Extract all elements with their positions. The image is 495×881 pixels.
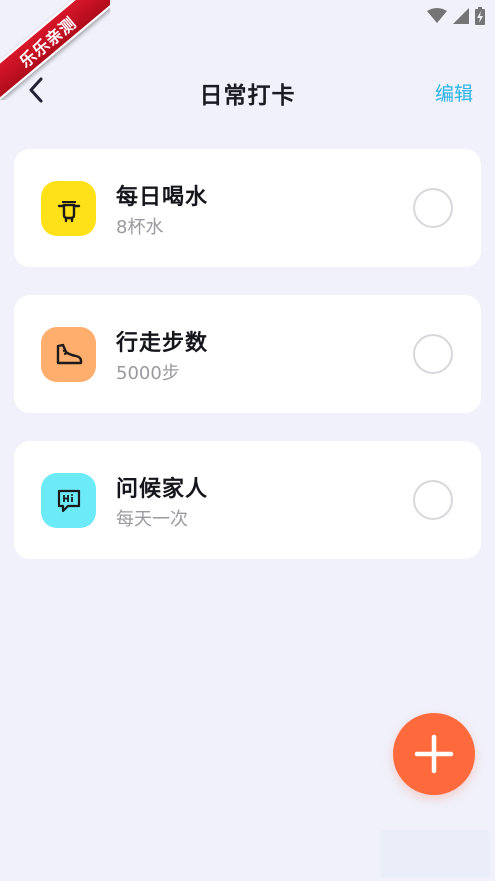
task-card-greet[interactable]: 问候家人 每天一次 (14, 441, 481, 559)
plus-icon (414, 734, 454, 774)
bottom-nav-hint (380, 830, 490, 878)
status-icons (427, 7, 485, 25)
task-checkbox[interactable] (413, 480, 453, 520)
task-subtitle: 每天一次 (116, 509, 188, 530)
task-subtitle: 5000步 (116, 363, 180, 384)
wifi-icon (427, 8, 447, 23)
task-checkbox[interactable] (413, 188, 453, 228)
cup-icon (57, 200, 80, 222)
task-subtitle: 8杯水 (116, 217, 164, 238)
edit-button[interactable]: 编辑 (435, 79, 473, 106)
signal-icon (453, 8, 469, 24)
page-title: 日常打卡 (199, 83, 296, 109)
shoe-icon (56, 343, 82, 364)
task-card-steps[interactable]: 行走步数 5000步 (14, 295, 481, 413)
task-checkbox[interactable] (413, 334, 453, 374)
task-title: 问候家人 (116, 477, 209, 502)
add-task-button[interactable] (393, 713, 475, 795)
battery-icon (475, 7, 485, 25)
task-icon-badge (41, 473, 96, 528)
screen: 乐乐亲测 日常打卡 编辑 每日喝水 8杯水 行走步数 5000步 问候家人 每天… (0, 0, 495, 881)
task-icon-badge (41, 327, 96, 382)
chat-hi-icon (57, 489, 80, 512)
task-title: 每日喝水 (116, 185, 209, 210)
header: 日常打卡 编辑 (0, 62, 495, 118)
task-card-water[interactable]: 每日喝水 8杯水 (14, 149, 481, 267)
task-icon-badge (41, 181, 96, 236)
task-title: 行走步数 (116, 331, 209, 356)
